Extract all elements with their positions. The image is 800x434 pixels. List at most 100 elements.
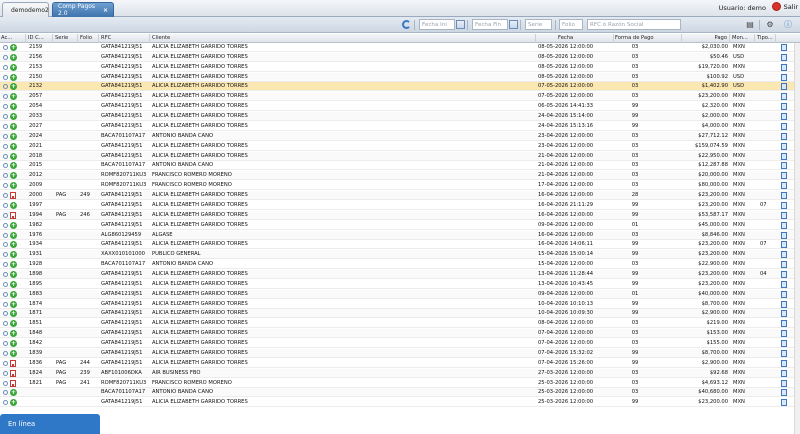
view-icon[interactable] — [3, 272, 8, 277]
add-icon[interactable]: + — [10, 221, 17, 229]
document-icon[interactable] — [781, 162, 787, 170]
add-icon[interactable]: + — [10, 320, 17, 328]
view-icon[interactable] — [3, 311, 8, 317]
document-icon[interactable] — [781, 261, 787, 269]
add-icon[interactable]: + — [10, 142, 17, 150]
table-row[interactable]: +2021 GATA841219J51 ALICIA ELIZABETH GARRI… — [0, 142, 800, 151]
table-row[interactable]: + GATA841219J51 ALICIA ELIZABETH GARRIDO T… — [0, 398, 800, 408]
document-icon[interactable] — [781, 379, 787, 387]
table-row[interactable]: +1874 GATA841219J51 ALICIA ELIZABETH GARRI… — [0, 300, 800, 309]
view-icon[interactable] — [3, 202, 8, 208]
document-icon[interactable] — [781, 359, 787, 367]
add-icon[interactable]: + — [10, 261, 17, 269]
document-icon[interactable] — [781, 93, 787, 101]
document-icon[interactable] — [781, 271, 787, 278]
add-icon[interactable]: + — [10, 53, 17, 61]
table-row[interactable]: 1836 PAG 244 GATA841219J51 ALICIA ELIZABETH … — [0, 359, 800, 368]
document-icon[interactable] — [781, 290, 787, 298]
document-icon[interactable] — [781, 221, 787, 229]
table-row[interactable]: +1883 GATA841219J51 ALICIA ELIZABETH GARRI… — [0, 289, 800, 299]
view-icon[interactable] — [3, 133, 8, 139]
document-icon[interactable] — [781, 44, 787, 51]
folio-field[interactable]: Folio — [559, 19, 583, 30]
document-icon[interactable] — [781, 63, 787, 71]
view-icon[interactable] — [3, 104, 8, 110]
view-icon[interactable] — [3, 370, 8, 376]
view-icon[interactable] — [3, 193, 8, 199]
table-row[interactable]: +1931 XAXX010101000 PUBLICO GENERAL 15-04-2… — [0, 250, 800, 260]
table-row[interactable]: +1982 GATA841219J51 ALICIA ELIZABETH GARRI… — [0, 221, 800, 230]
view-icon[interactable] — [3, 262, 8, 268]
add-icon[interactable]: + — [10, 349, 17, 357]
view-icon[interactable] — [3, 232, 8, 238]
table-row[interactable]: +1851 GATA841219J51 ALICIA ELIZABETH GARRI… — [0, 319, 800, 329]
col-fecha[interactable]: Fecha — [537, 34, 614, 43]
view-icon[interactable] — [3, 163, 8, 169]
col-rfc[interactable]: RFC — [100, 34, 150, 43]
add-icon[interactable]: + — [10, 340, 17, 348]
document-icon[interactable] — [781, 53, 787, 61]
add-icon[interactable]: + — [10, 122, 17, 130]
document-icon[interactable] — [781, 152, 787, 160]
view-icon[interactable] — [3, 114, 8, 120]
table-row[interactable]: 2000 PAG 249 GATA841219J51 ALICIA ELIZABETH … — [0, 191, 800, 201]
table-row[interactable]: +2132 GATA841219J51 ALICIA ELIZABETH GARRI… — [0, 82, 800, 92]
document-icon[interactable] — [781, 280, 787, 288]
col-cliente[interactable]: Cliente — [151, 34, 536, 43]
add-icon[interactable]: + — [10, 330, 17, 338]
document-icon[interactable] — [781, 83, 787, 91]
view-icon[interactable] — [3, 380, 8, 386]
table-row[interactable]: +2015 BACA701107A17 ANTONIO BANDA CANO 21-0… — [0, 161, 800, 171]
view-icon[interactable] — [3, 400, 8, 406]
add-icon[interactable]: + — [10, 251, 17, 259]
document-icon[interactable] — [781, 251, 787, 259]
table-row[interactable]: +2153 GATA841219J51 ALICIA ELIZABETH GARRI… — [0, 63, 800, 72]
add-icon[interactable]: + — [10, 44, 17, 51]
document-icon[interactable] — [781, 103, 787, 111]
document-icon[interactable] — [781, 142, 787, 150]
info-icon[interactable]: ⓘ — [783, 20, 793, 30]
document-icon[interactable] — [781, 201, 787, 209]
view-icon[interactable] — [3, 84, 8, 90]
view-icon[interactable] — [3, 291, 8, 297]
table-row[interactable]: +1871 GATA841219J51 ALICIA ELIZABETH GARRI… — [0, 309, 800, 319]
pdf-icon[interactable] — [10, 379, 16, 387]
add-icon[interactable]: + — [10, 389, 17, 397]
view-icon[interactable] — [3, 143, 8, 149]
add-icon[interactable]: + — [10, 132, 17, 140]
add-icon[interactable]: + — [10, 271, 17, 278]
table-row[interactable]: 1821 PAG 241 ROMF820711KU3 FRANCISCO ROMERO … — [0, 379, 800, 388]
table-row[interactable]: +2018 GATA841219J51 ALICIA ELIZABETH GARRI… — [0, 151, 800, 161]
table-row[interactable]: +2009 ROMF820711KU3 FRANCISCO ROMERO MOREN… — [0, 181, 800, 191]
view-icon[interactable] — [3, 301, 8, 307]
add-icon[interactable]: + — [10, 241, 17, 249]
table-row[interactable]: +2024 BACA701107A17 ANTONIO BANDA CANO 23-0… — [0, 131, 800, 141]
fecha-ini-field[interactable]: Fecha Ini — [419, 19, 455, 30]
view-icon[interactable] — [3, 360, 8, 366]
view-icon[interactable] — [3, 350, 8, 356]
add-icon[interactable]: + — [10, 310, 17, 318]
document-icon[interactable] — [781, 330, 787, 338]
document-icon[interactable] — [781, 241, 787, 249]
view-icon[interactable] — [3, 390, 8, 396]
add-icon[interactable]: + — [10, 113, 17, 121]
document-icon[interactable] — [781, 211, 787, 219]
table-row[interactable]: + BACA701107A17 ANTONIO BANDA CANO 25-03-20… — [0, 388, 800, 398]
add-icon[interactable]: + — [10, 63, 17, 71]
pdf-icon[interactable] — [10, 359, 16, 367]
calendar-icon[interactable] — [509, 20, 518, 29]
table-row[interactable]: +1848 GATA841219J51 ALICIA ELIZABETH GARRI… — [0, 329, 800, 339]
table-row[interactable]: 1824 PAG 239 ABF101006DKA AIR BUSINESS FBO 27… — [0, 368, 800, 378]
document-icon[interactable] — [781, 113, 787, 121]
document-icon[interactable] — [781, 132, 787, 140]
refresh-icon[interactable] — [402, 20, 411, 29]
add-icon[interactable]: + — [10, 182, 17, 190]
col-moneda[interactable]: Mon... — [731, 34, 755, 43]
view-icon[interactable] — [3, 74, 8, 80]
table-row[interactable]: +2012 ROMF820711KU3 FRANCISCO ROMERO MOREN… — [0, 171, 800, 181]
view-icon[interactable] — [3, 123, 8, 129]
table-row[interactable]: +1895 GATA841219J51 ALICIA ELIZABETH GARRI… — [0, 280, 800, 289]
fecha-fin-field[interactable]: Fecha Fin — [472, 19, 508, 30]
pdf-icon[interactable] — [10, 192, 16, 200]
table-row[interactable]: +1934 GATA841219J51 ALICIA ELIZABETH GARRI… — [0, 240, 800, 250]
